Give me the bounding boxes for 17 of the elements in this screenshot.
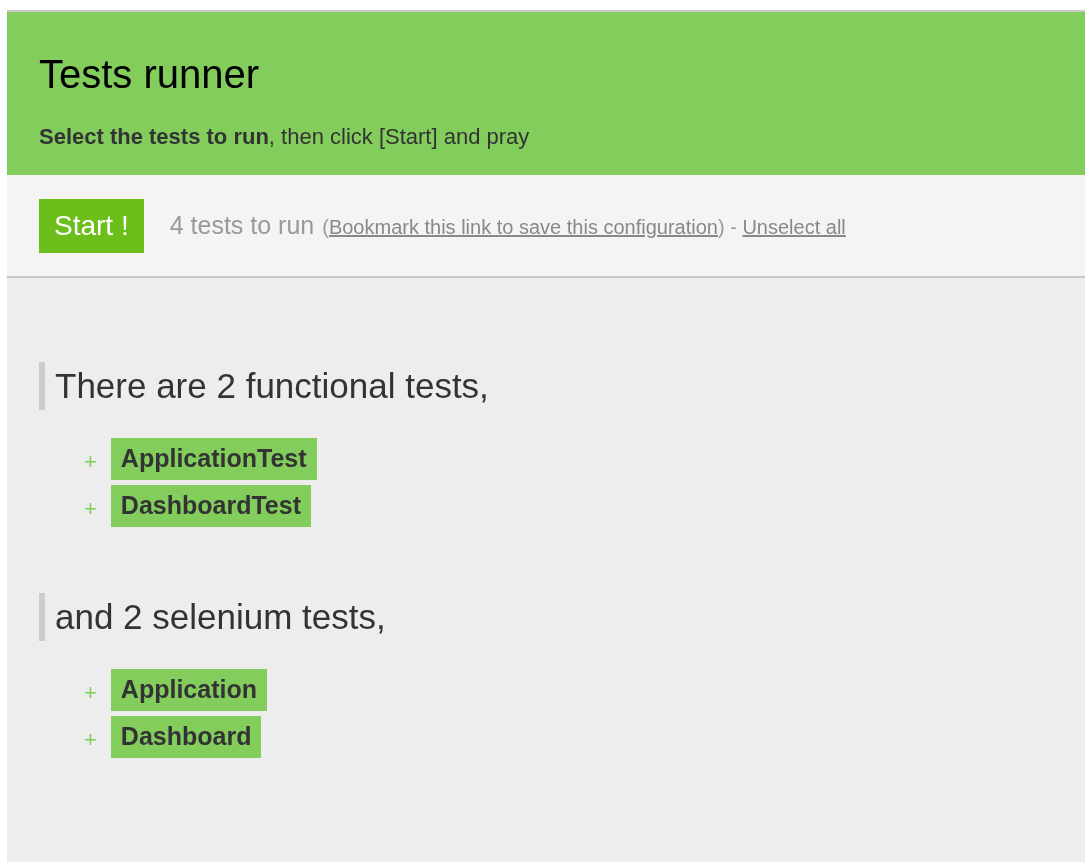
text-link[interactable]: Bookmark this link to save this configuration (328, 215, 718, 238)
tests-count: 4 tests to run (169, 209, 315, 241)
section-heading: and 2 selenium tests, (39, 593, 1085, 641)
expand-toggle[interactable]: + (84, 729, 97, 751)
start-button[interactable]: Start ! (39, 198, 144, 253)
expand-toggle[interactable]: + (84, 498, 97, 520)
page-subtitle: Select the tests to run, then click [Start] and pray (39, 123, 531, 151)
test-item[interactable]: Application (110, 669, 267, 711)
expand-toggle[interactable]: + (84, 451, 97, 473)
section-heading: There are 2 functional tests, (39, 362, 1085, 410)
expand-toggle[interactable]: + (84, 682, 97, 704)
configuration-note: (Bookmark this link to save this configuration) - Unselect all (322, 214, 846, 240)
test-item[interactable]: Dashboard (110, 716, 262, 758)
text-link[interactable]: Unselect all (742, 215, 846, 238)
page-title: Tests runner (39, 52, 261, 96)
test-item[interactable]: DashboardTest (110, 485, 311, 527)
test-item[interactable]: ApplicationTest (110, 438, 317, 480)
